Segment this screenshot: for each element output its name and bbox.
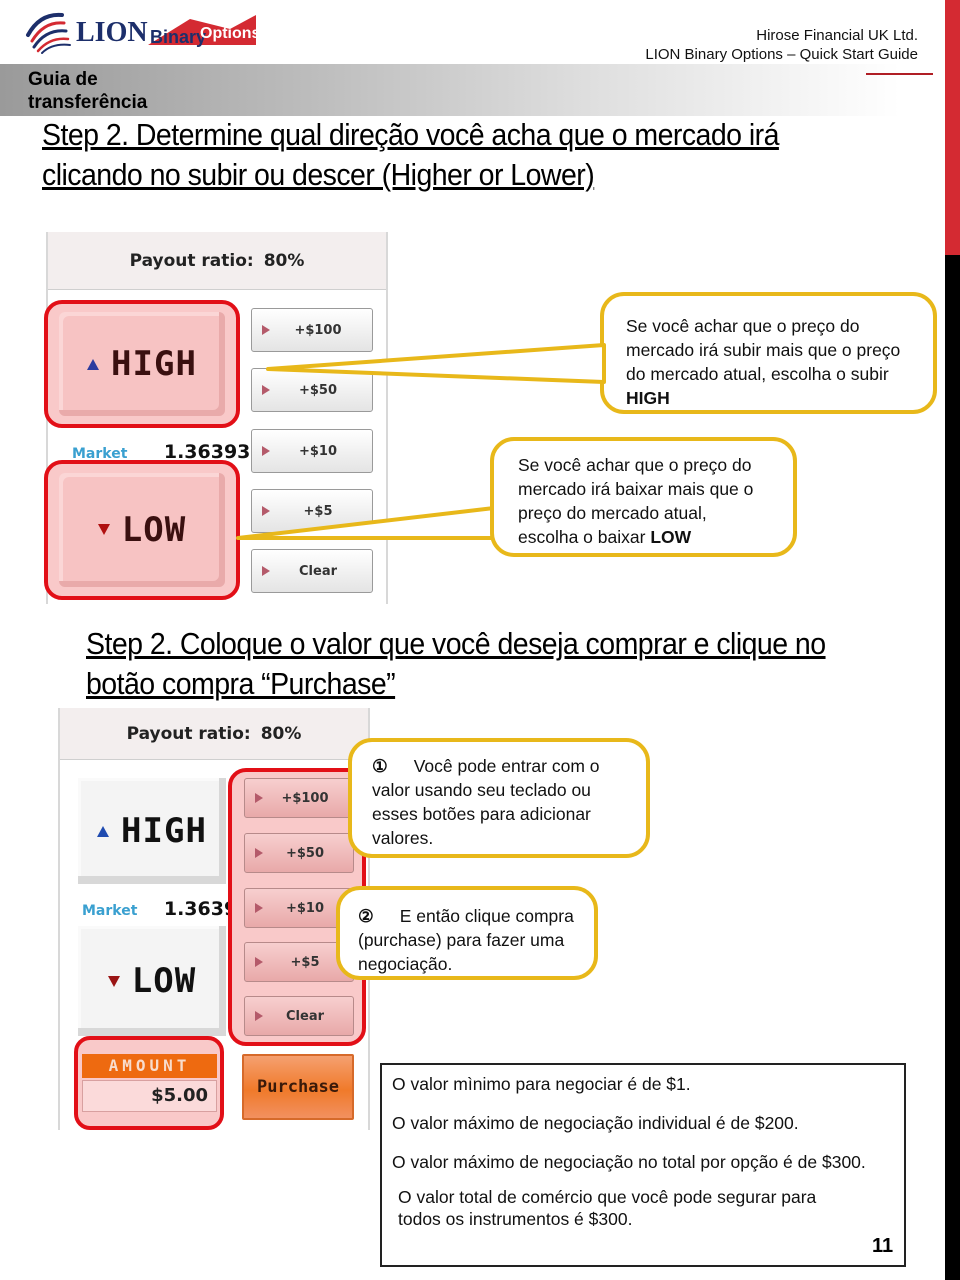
play-arrow-icon [255, 848, 263, 858]
play-arrow-icon [255, 957, 263, 967]
step-number-1: ① [372, 756, 388, 776]
callout-low-emphasis: LOW [650, 527, 692, 547]
trading-limits-box: O valor mìnimo para negociar é de $1. O … [380, 1063, 906, 1267]
payout-ratio: Payout ratio: 80% [60, 708, 368, 760]
play-arrow-icon [255, 1011, 263, 1021]
limit-all-instruments: O valor total de comércio que você pode … [398, 1187, 817, 1229]
purchase-label: Purchase [257, 1077, 339, 1097]
amount-input[interactable]: $5.00 [82, 1080, 217, 1112]
limit-minimum: O valor mìnimo para negociar é de $1. [392, 1074, 691, 1094]
arrow-up-icon [97, 825, 110, 837]
add-50-button[interactable]: +$50 [244, 833, 354, 873]
play-arrow-icon [255, 793, 263, 803]
callout-low-explanation: Se você achar que o preço do mercado irá… [490, 437, 797, 557]
step-heading-purchase: Step 2. Coloque o valor que você deseja … [86, 626, 826, 701]
callout-high-pointer [266, 343, 606, 384]
market-price: Market 1.36393 [82, 898, 250, 920]
add-100-button[interactable]: +$100 [244, 778, 354, 818]
limit-option-total-max: O valor máximo de negociação no total po… [392, 1152, 866, 1172]
low-label: LOW [131, 961, 197, 1001]
play-arrow-icon [255, 903, 263, 913]
payout-value: 80% [260, 723, 302, 744]
step-number-2: ② [358, 906, 374, 926]
low-button[interactable]: LOW [78, 926, 226, 1036]
callout-high-explanation-body [600, 292, 937, 414]
high-button[interactable]: HIGH [78, 778, 226, 884]
callout-low-pointer [236, 506, 496, 540]
market-label: Market [82, 903, 138, 919]
limit-individual-max: O valor máximo de negociação individual … [392, 1113, 799, 1133]
page-number: 11 [872, 1235, 894, 1257]
callout-amount-entry: ① Você pode entrar com o valor usando seu… [348, 738, 650, 858]
callout-purchase: ②E então clique compra (purchase) para f… [336, 886, 598, 980]
amount-label: AMOUNT [82, 1054, 217, 1078]
arrow-down-icon [107, 975, 120, 987]
high-label: HIGH [121, 811, 207, 851]
payout-label: Payout ratio: [126, 723, 251, 744]
clear-button[interactable]: Clear [244, 996, 354, 1036]
purchase-button[interactable]: Purchase [242, 1054, 354, 1120]
